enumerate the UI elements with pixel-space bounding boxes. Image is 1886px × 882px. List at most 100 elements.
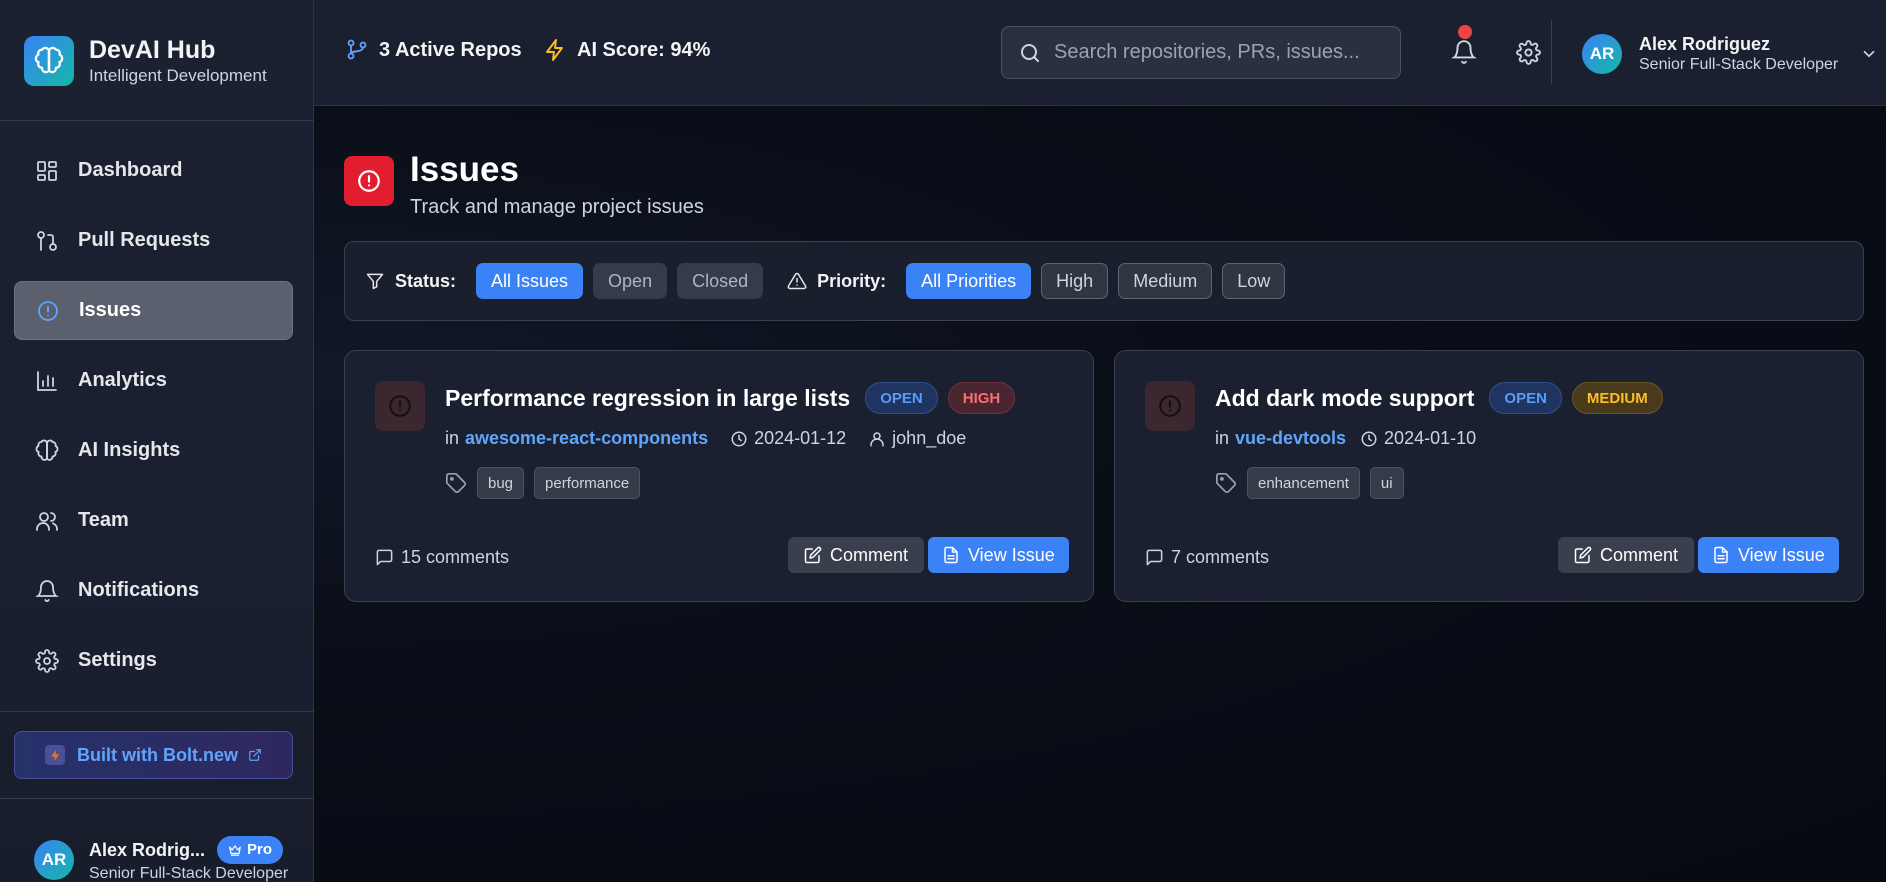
git-branch-icon (347, 39, 367, 60)
avatar: AR (34, 840, 74, 880)
sidebar-nav: Dashboard Pull Requests Issues Analytics… (14, 141, 293, 701)
comment-button-label: Comment (830, 544, 909, 565)
status-chip-closed[interactable]: Closed (677, 263, 764, 299)
top-bar: 3 Active Repos AI Score: 94% AR Alex Rod… (314, 0, 1886, 106)
sidebar-item-pull-requests[interactable]: Pull Requests (14, 211, 293, 270)
status-label-text: Status: (395, 270, 457, 291)
user-icon (870, 431, 884, 446)
view-issue-label: View Issue (1738, 544, 1825, 565)
settings-button[interactable] (1508, 32, 1548, 72)
brain-logo-icon (24, 36, 74, 86)
view-issue-button[interactable]: View Issue (1698, 537, 1839, 573)
repo-link[interactable]: awesome-react-components (465, 428, 708, 449)
comment-button[interactable]: Comment (788, 537, 925, 573)
tag: ui (1369, 467, 1404, 499)
view-issue-button[interactable]: View Issue (928, 537, 1069, 573)
in-label: in (1215, 428, 1230, 448)
lightning-icon (45, 745, 65, 765)
alert-circle-icon (375, 381, 425, 431)
clock-icon (1361, 431, 1377, 446)
sidebar-user-name: Alex Rodrig... (89, 840, 206, 860)
warning-triangle-icon (787, 272, 807, 290)
issue-date: 2024-01-10 (1360, 428, 1476, 449)
sidebar-item-dashboard[interactable]: Dashboard (14, 141, 293, 200)
sidebar-item-analytics[interactable]: Analytics (14, 351, 293, 410)
brand[interactable]: DevAI Hub Intelligent Development (24, 34, 267, 88)
comment-button[interactable]: Comment (1558, 537, 1695, 573)
filter-icon (366, 273, 384, 290)
issue-date: 2024-01-12 (730, 428, 846, 449)
issue-title[interactable]: Performance regression in large lists (445, 385, 850, 412)
active-repos-label: 3 Active Repos (379, 38, 522, 61)
sidebar-item-label: Dashboard (78, 159, 183, 181)
sidebar-divider (0, 711, 314, 712)
tag: enhancement (1247, 467, 1360, 499)
sidebar: DevAI Hub Intelligent Development Dashbo… (0, 0, 314, 882)
pro-badge-label: Pro (247, 841, 273, 858)
priority-chip-medium[interactable]: Medium (1118, 263, 1213, 299)
priority-chip-low[interactable]: Low (1222, 263, 1286, 299)
comment-count-text: 7 comments (1171, 547, 1270, 567)
crown-icon (229, 845, 241, 856)
sidebar-divider (0, 120, 314, 121)
brand-subtitle: Intelligent Development (89, 66, 267, 85)
sidebar-item-notifications[interactable]: Notifications (14, 561, 293, 620)
status-chip-open[interactable]: Open (593, 263, 668, 299)
issue-title[interactable]: Add dark mode support (1215, 385, 1474, 412)
message-square-icon (376, 549, 393, 566)
issue-date-text: 2024-01-12 (754, 428, 847, 448)
sidebar-user[interactable]: AR Alex Rodrig... Pro Senior Full-Stack … (34, 836, 288, 882)
sidebar-item-team[interactable]: Team (14, 491, 293, 550)
page-title: Issues (410, 150, 519, 189)
sidebar-item-label: Settings (78, 649, 157, 671)
sidebar-user-role: Senior Full-Stack Developer (89, 865, 289, 882)
dashboard-icon (34, 158, 60, 184)
chevron-down-icon[interactable] (1860, 45, 1878, 63)
alert-circle-icon (35, 298, 61, 324)
repo-link[interactable]: vue-devtools (1235, 428, 1346, 449)
comment-count-text: 15 comments (401, 547, 510, 567)
priority-chip-all[interactable]: All Priorities (906, 263, 1032, 299)
sidebar-item-label: Issues (79, 299, 142, 321)
tag: bug (477, 467, 525, 499)
edit-icon (804, 546, 822, 564)
status-chip-all-issues[interactable]: All Issues (476, 263, 584, 299)
search-box[interactable] (1001, 26, 1401, 79)
notification-dot (1458, 25, 1472, 39)
comment-button-label: Comment (1600, 544, 1679, 565)
built-with-bolt-button[interactable]: Built with Bolt.new (14, 731, 293, 779)
view-issue-label: View Issue (968, 544, 1055, 565)
sidebar-item-label: Notifications (78, 579, 200, 601)
issue-author-text: john_doe (892, 428, 967, 448)
alert-circle-icon (1145, 381, 1195, 431)
page-subtitle: Track and manage project issues (410, 196, 704, 218)
user-menu[interactable]: AR Alex Rodriguez Senior Full-Stack Deve… (1582, 33, 1878, 75)
avatar: AR (1582, 34, 1622, 74)
issue-card[interactable]: Performance regression in large lists OP… (344, 350, 1094, 602)
issue-tags: bug performance (445, 467, 650, 499)
git-pull-request-icon (34, 228, 60, 254)
sidebar-item-label: Pull Requests (78, 229, 211, 251)
search-input[interactable] (1054, 41, 1384, 64)
user-role: Senior Full-Stack Developer (1639, 56, 1839, 73)
priority-chip-high[interactable]: High (1041, 263, 1109, 299)
comment-count: 7 comments (1145, 547, 1269, 568)
sidebar-item-settings[interactable]: Settings (14, 631, 293, 690)
tag-icon (446, 473, 466, 493)
bar-chart-icon (34, 368, 60, 394)
sidebar-item-label: Analytics (78, 369, 167, 391)
sidebar-item-ai-insights[interactable]: AI Insights (14, 421, 293, 480)
user-name: Alex Rodriguez (1639, 34, 1771, 54)
alert-circle-icon (344, 156, 394, 206)
message-square-icon (1146, 549, 1163, 566)
edit-icon (1574, 546, 1592, 564)
file-text-icon (944, 546, 958, 564)
search-icon (1021, 43, 1039, 62)
sidebar-item-issues[interactable]: Issues (14, 281, 293, 340)
brand-title: DevAI Hub (89, 36, 216, 64)
lightning-icon (546, 39, 563, 61)
issue-meta: in vue-devtools 2024-01-10 (1215, 428, 1476, 449)
active-repos-stat: 3 Active Repos (345, 38, 522, 62)
page-header: Issues Track and manage project issues (344, 148, 704, 220)
issue-card[interactable]: Add dark mode support OPEN MEDIUM in vue… (1114, 350, 1864, 602)
